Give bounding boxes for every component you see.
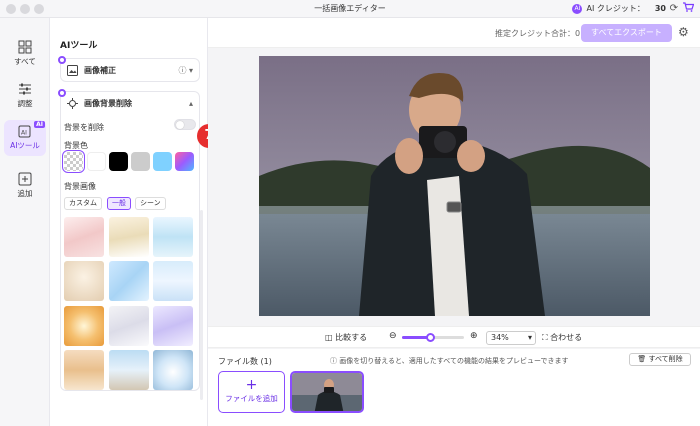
ai-credit-display: AI AI クレジット： 30 xyxy=(572,3,666,14)
zoom-value: 34% xyxy=(491,333,509,342)
nav-item-ai-tools[interactable]: AI AI AIツール xyxy=(4,120,46,156)
nav-item-add[interactable]: 追加 xyxy=(4,168,46,204)
delete-all-label: すべて削除 xyxy=(648,355,683,363)
bg-tab-general[interactable]: 一般 xyxy=(107,197,131,210)
refresh-icon[interactable]: ⟳ xyxy=(670,3,678,14)
cart-icon[interactable] xyxy=(683,2,695,15)
nav-item-adjust[interactable]: 調整 xyxy=(4,78,46,114)
add-file-button[interactable]: + ファイルを追加 xyxy=(218,371,285,413)
bg-thumbnail[interactable] xyxy=(64,261,104,301)
top-bar: 推定クレジット合計：0 すべてエクスポート ⚙ xyxy=(208,18,700,48)
chevron-down-icon: ▾ xyxy=(527,333,532,342)
color-swatch-black[interactable] xyxy=(109,152,128,171)
image-enhance-icon xyxy=(67,64,78,76)
svg-text:AI: AI xyxy=(21,130,27,137)
pro-dot-icon xyxy=(58,89,66,97)
bg-thumbnail[interactable] xyxy=(153,217,193,257)
file-count: ファイル数 (1) xyxy=(218,357,272,366)
fit-icon: ⛶ xyxy=(542,333,548,342)
bg-thumbnail[interactable] xyxy=(109,261,149,301)
info-icon[interactable]: ⓘ ▾ xyxy=(178,65,193,76)
export-all-button[interactable]: すべてエクスポート xyxy=(581,24,672,42)
pro-dot-icon xyxy=(58,56,66,64)
zoom-out-icon[interactable]: ⊖ xyxy=(389,331,397,341)
bg-thumbnail[interactable] xyxy=(153,350,193,390)
bg-thumbnail[interactable] xyxy=(64,217,104,257)
bg-color-label: 背景色 xyxy=(64,141,88,150)
bg-thumbnail[interactable] xyxy=(64,306,104,346)
zoom-in-icon[interactable]: ⊕ xyxy=(470,331,478,341)
delete-all-button[interactable]: 🗑 すべて削除 xyxy=(629,353,691,366)
plus-square-icon xyxy=(18,172,32,186)
color-swatch-light-blue[interactable] xyxy=(153,152,172,171)
nav-item-label: 追加 xyxy=(17,189,33,198)
nav-item-label: すべて xyxy=(14,57,36,66)
background-remove-icon xyxy=(67,97,78,109)
color-swatch-gray[interactable] xyxy=(131,152,150,171)
grid-icon xyxy=(18,40,32,54)
sliders-icon xyxy=(19,83,31,95)
bg-image-label: 背景画像 xyxy=(64,182,96,191)
fit-button[interactable]: ⛶ 合わせる xyxy=(542,332,582,343)
ai-credit-icon: AI xyxy=(572,3,583,14)
settings-icon[interactable]: ⚙ xyxy=(678,25,689,39)
compare-icon: ◫ xyxy=(325,333,333,342)
nav-item-label: AIツール xyxy=(10,141,40,150)
color-swatch-gradient[interactable] xyxy=(175,152,194,171)
tool-label: 画像背景削除 xyxy=(84,98,132,108)
ai-credit-label: AI クレジット： xyxy=(586,4,645,13)
bg-thumbnail[interactable] xyxy=(109,306,149,346)
tool-header[interactable]: 画像背景削除 ▴ xyxy=(61,92,199,114)
panel-title: AIツール xyxy=(60,41,98,51)
ai-credit-value: 30 xyxy=(654,4,666,13)
plus-icon: + xyxy=(245,377,258,393)
chevron-up-icon[interactable]: ▴ xyxy=(189,99,193,108)
ai-badge: AI xyxy=(34,121,45,128)
preview-image xyxy=(259,56,650,316)
color-swatch-transparent[interactable] xyxy=(62,150,85,173)
fit-label: 合わせる xyxy=(550,333,583,342)
nav-item-label: 調整 xyxy=(17,99,33,108)
bg-thumbnail[interactable] xyxy=(153,306,193,346)
bg-thumbnail[interactable] xyxy=(64,350,104,390)
file-thumbnail[interactable] xyxy=(290,371,364,413)
compare-label: 比較する xyxy=(335,333,368,342)
bg-thumbnail[interactable] xyxy=(109,350,149,390)
compare-button[interactable]: ◫ 比較する xyxy=(325,332,367,343)
zoom-select[interactable]: 34% ▾ xyxy=(486,331,536,345)
ai-tool-icon: AI xyxy=(18,125,31,138)
bg-thumbnail[interactable] xyxy=(153,261,193,301)
bg-tab-custom[interactable]: カスタム xyxy=(64,197,102,210)
zoom-slider-handle[interactable] xyxy=(425,333,435,342)
remove-bg-toggle[interactable] xyxy=(174,119,196,130)
bg-thumbnail[interactable] xyxy=(109,217,149,257)
tool-image-enhance[interactable]: 画像補正 ⓘ ▾ xyxy=(58,56,200,82)
estimate-credits: 推定クレジット合計：0 xyxy=(495,29,581,38)
panel-scrollbar[interactable] xyxy=(200,210,203,400)
bg-tab-scene[interactable]: シーン xyxy=(135,197,166,210)
file-info: ⓘ 画像を切り替えると、適用したすべての機能の結果をプレビューできます xyxy=(330,357,569,365)
nav-item-all[interactable]: すべて xyxy=(4,36,46,72)
tool-label: 画像補正 xyxy=(84,65,116,75)
remove-bg-label: 背景を削除 xyxy=(64,123,104,132)
color-swatch-white[interactable] xyxy=(87,152,106,171)
add-file-label: ファイルを追加 xyxy=(225,394,278,403)
